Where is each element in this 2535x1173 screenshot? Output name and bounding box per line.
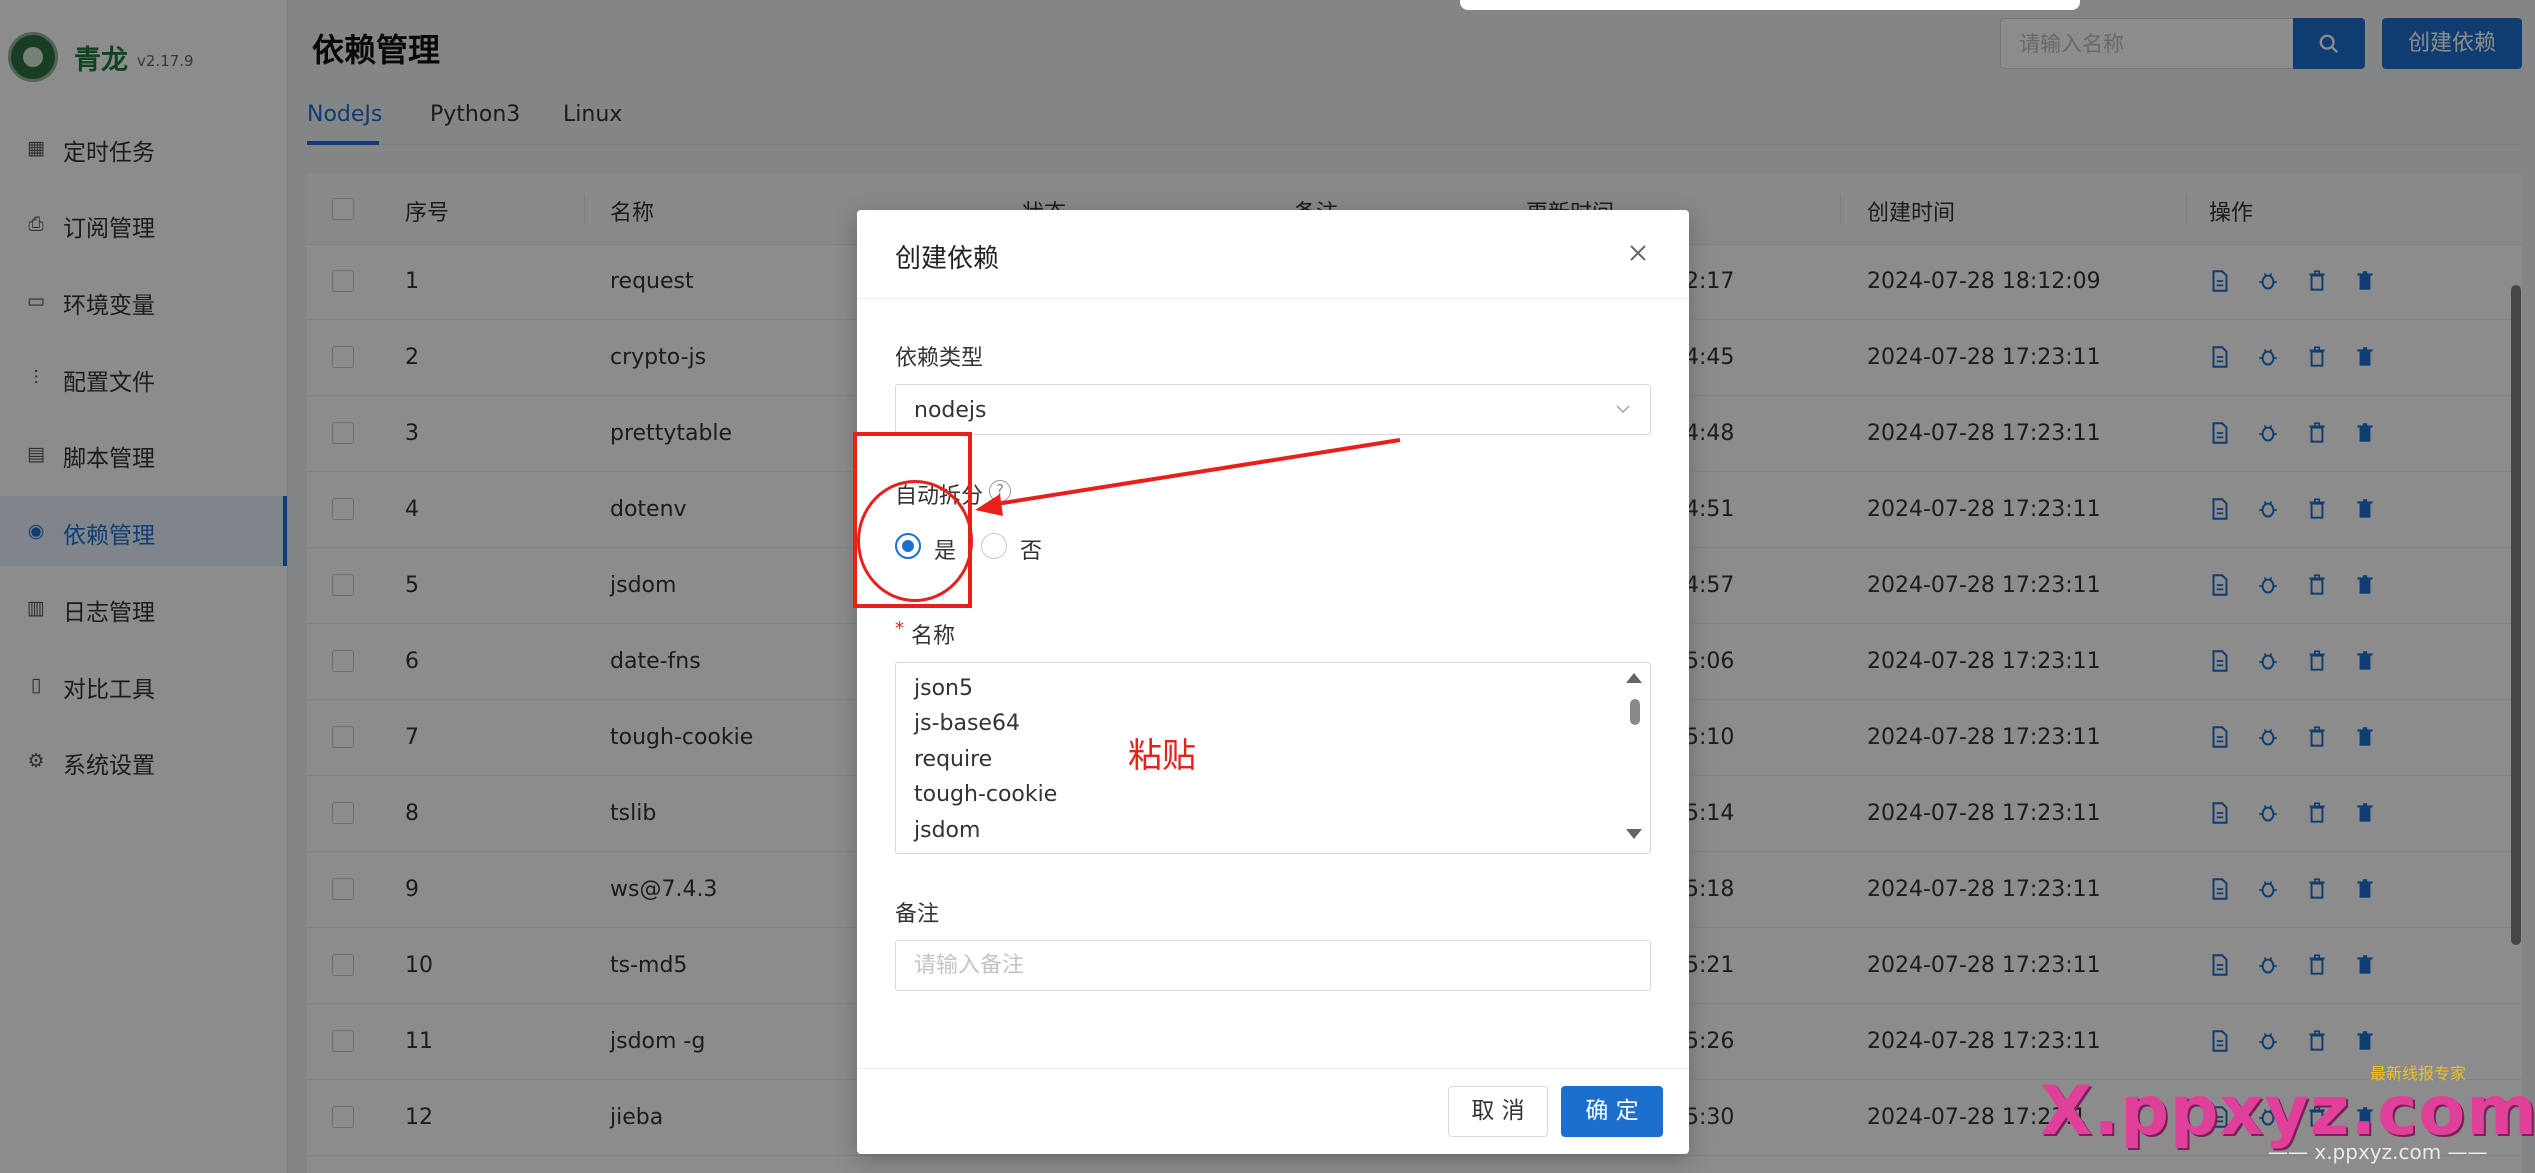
dependency-type-value: nodejs xyxy=(914,398,987,423)
dependency-type-label: 依赖类型 xyxy=(895,346,984,371)
required-mark: * xyxy=(895,618,904,639)
textarea-scrollbar[interactable] xyxy=(1630,699,1640,725)
annotation-circle xyxy=(857,480,973,602)
textarea-line: js-base64 xyxy=(914,711,1020,736)
watermark-url: —— x.ppxyz.com —— xyxy=(2268,1140,2488,1164)
ok-button[interactable]: 确 定 xyxy=(1561,1086,1663,1137)
help-icon[interactable]: ? xyxy=(989,480,1011,502)
textarea-line: tough-cookie xyxy=(914,782,1058,807)
textarea-line: jsdom xyxy=(914,818,981,843)
create-dependency-dialog: 创建依赖 依赖类型 nodejs 自动拆分 ? 是 否 * 名称 json5 j… xyxy=(857,210,1689,1154)
remark-label: 备注 xyxy=(895,902,940,927)
app-root: 青龙 v2.17.9 ▦ 定时任务 ⎙ 订阅管理 ▭ 环境变量 ⫶ 配置文件 ▤… xyxy=(0,0,2535,1173)
dialog-header-divider xyxy=(857,298,1689,299)
close-icon[interactable] xyxy=(1623,238,1653,268)
scroll-up-arrow-icon[interactable] xyxy=(1626,673,1642,683)
dialog-footer-divider xyxy=(857,1068,1689,1069)
textarea-line: json5 xyxy=(914,676,973,701)
notification-strip xyxy=(1460,0,2080,10)
auto-split-no-radio[interactable] xyxy=(981,533,1007,559)
name-textarea[interactable]: json5 js-base64 require tough-cookie jsd… xyxy=(895,662,1651,854)
dialog-title: 创建依赖 xyxy=(895,244,1000,274)
dependency-type-select[interactable]: nodejs xyxy=(895,384,1651,435)
remark-field[interactable] xyxy=(895,940,1651,991)
cancel-button[interactable]: 取 消 xyxy=(1448,1086,1548,1137)
name-label: 名称 xyxy=(911,624,956,649)
textarea-line: require xyxy=(914,747,993,772)
annotation-paste-text: 粘贴 xyxy=(1128,736,1196,776)
scroll-down-arrow-icon[interactable] xyxy=(1626,829,1642,839)
auto-split-no-label[interactable]: 否 xyxy=(1020,533,1042,565)
remark-input[interactable] xyxy=(896,941,1650,990)
chevron-down-icon xyxy=(1612,398,1634,420)
